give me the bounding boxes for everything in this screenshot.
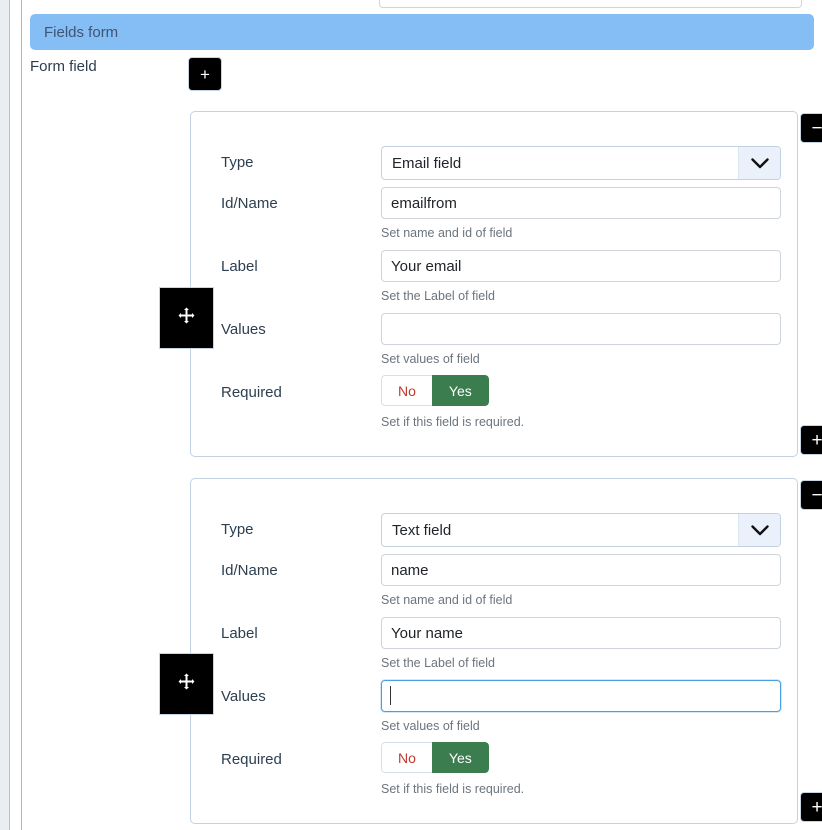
add-field-group-button[interactable]: + <box>800 792 822 822</box>
previous-section-input-clipped[interactable] <box>379 0 802 8</box>
label-help-text: Set the Label of field <box>381 289 495 303</box>
add-form-field-button[interactable]: + <box>188 57 222 91</box>
move-arrows-icon <box>178 673 195 695</box>
page-root: Fields form Form field + Type Email fiel… <box>0 0 822 830</box>
required-help-text: Set if this field is required. <box>381 782 525 796</box>
idname-input[interactable] <box>381 554 781 586</box>
label-input[interactable] <box>381 250 781 282</box>
form-panel: Fields form Form field + Type Email fiel… <box>22 0 822 830</box>
remove-field-group-button[interactable]: − <box>800 113 822 143</box>
idname-input[interactable] <box>381 187 781 219</box>
move-arrows-icon <box>178 307 195 329</box>
values-help-text: Set values of field <box>381 719 480 733</box>
panel-left-whitespace <box>10 0 21 830</box>
fields-form-header: Fields form <box>30 14 814 50</box>
idname-help-text: Set name and id of field <box>381 226 513 240</box>
drag-handle[interactable] <box>159 287 214 349</box>
label-help-text: Set the Label of field <box>381 656 495 670</box>
values-input[interactable] <box>381 680 781 712</box>
label-label: Label <box>221 258 258 275</box>
label-input[interactable] <box>381 617 781 649</box>
form-field-group: Type Text field Id/Name Set name and id … <box>190 478 798 824</box>
required-toggle-yes[interactable]: Yes <box>431 375 489 406</box>
idname-help-text: Set name and id of field <box>381 593 513 607</box>
remove-field-group-button[interactable]: − <box>800 480 822 510</box>
page-background-gutter <box>0 0 9 830</box>
idname-label: Id/Name <box>221 195 278 212</box>
required-toggle[interactable]: No Yes <box>381 742 489 773</box>
type-select-wrapper[interactable]: Text field <box>381 513 781 547</box>
values-help-text: Set values of field <box>381 352 480 366</box>
required-toggle-no[interactable]: No <box>381 742 432 773</box>
chevron-down-icon[interactable] <box>738 147 780 179</box>
label-label: Label <box>221 625 258 642</box>
fields-form-title: Fields form <box>44 23 119 41</box>
type-select[interactable]: Email field <box>381 146 781 180</box>
type-label: Type <box>221 154 254 171</box>
type-label: Type <box>221 521 254 538</box>
values-input[interactable] <box>381 313 781 345</box>
required-label: Required <box>221 384 282 401</box>
type-select[interactable]: Text field <box>381 513 781 547</box>
type-select-wrapper[interactable]: Email field <box>381 146 781 180</box>
drag-handle[interactable] <box>159 653 214 715</box>
values-label: Values <box>221 688 266 705</box>
required-help-text: Set if this field is required. <box>381 415 525 429</box>
text-caret <box>390 686 391 705</box>
chevron-down-icon[interactable] <box>738 514 780 546</box>
required-toggle-no[interactable]: No <box>381 375 432 406</box>
values-label: Values <box>221 321 266 338</box>
required-toggle-wrapper: No Yes <box>381 742 781 773</box>
required-label: Required <box>221 751 282 768</box>
required-toggle[interactable]: No Yes <box>381 375 489 406</box>
form-field-group: Type Email field Id/Name Set name and id… <box>190 111 798 457</box>
required-toggle-yes[interactable]: Yes <box>431 742 489 773</box>
form-field-label: Form field <box>30 58 97 75</box>
idname-label: Id/Name <box>221 562 278 579</box>
required-toggle-wrapper: No Yes <box>381 375 781 406</box>
add-field-group-button[interactable]: + <box>800 425 822 455</box>
